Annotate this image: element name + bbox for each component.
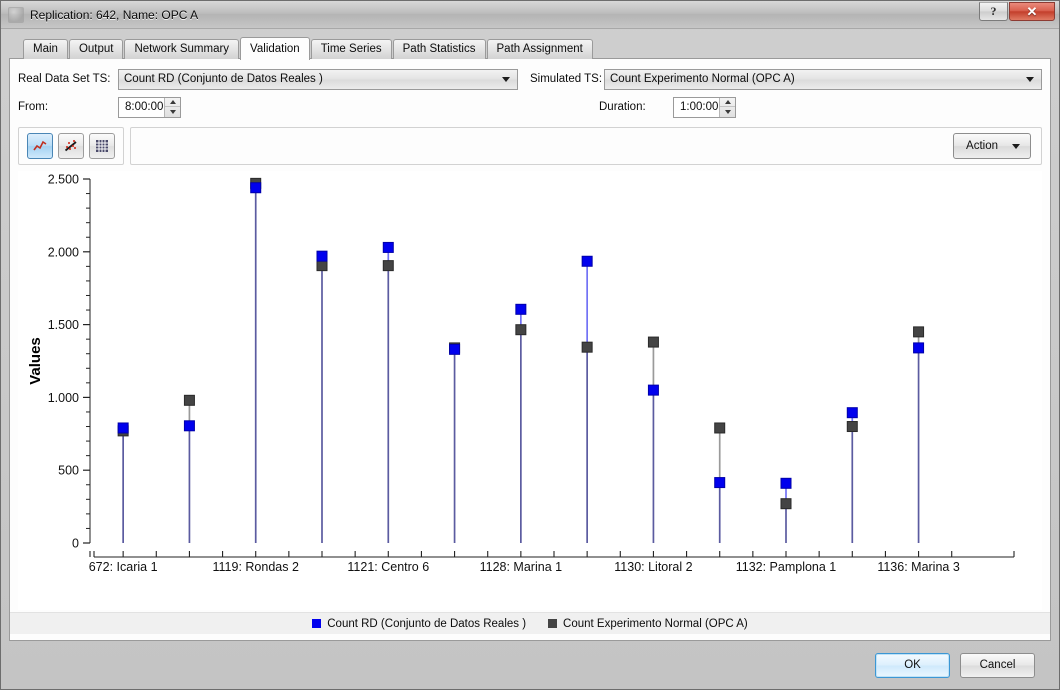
chevron-down-icon <box>502 77 510 82</box>
svg-text:1128: Marina 1: 1128: Marina 1 <box>480 560 563 574</box>
real-data-set-select[interactable]: Count RD (Conjunto de Datos Reales ) <box>118 69 518 90</box>
duration-stepper[interactable]: 1:00:00 <box>673 97 736 118</box>
chart-toolbar: Action <box>18 127 1042 165</box>
tab-validation[interactable]: Validation <box>240 37 310 60</box>
svg-text:Detector: Detector <box>524 576 585 579</box>
duration-decrement-button[interactable] <box>720 107 735 117</box>
legend-label-simulated: Count Experimento Normal (OPC A) <box>563 618 748 630</box>
close-button[interactable]: ✕ <box>1009 2 1055 21</box>
validation-panel: Real Data Set TS: Count RD (Conjunto de … <box>9 58 1051 641</box>
svg-text:1119: Rondas 2: 1119: Rondas 2 <box>213 560 299 574</box>
svg-text:2.000: 2.000 <box>48 245 79 259</box>
line-chart-button[interactable] <box>27 133 53 159</box>
from-value[interactable]: 8:00:00 <box>119 98 164 117</box>
svg-text:1136: Marina 3: 1136: Marina 3 <box>877 560 960 574</box>
caret-down-icon <box>725 110 731 114</box>
window-controls: ? ✕ <box>979 2 1055 21</box>
app-icon <box>8 7 24 23</box>
tab-output[interactable]: Output <box>69 39 124 59</box>
duration-label: Duration: <box>587 101 673 113</box>
action-button-group: Action <box>130 127 1042 165</box>
action-button[interactable]: Action <box>953 133 1031 159</box>
dialog-footer: OK Cancel <box>9 641 1051 689</box>
chevron-down-icon <box>1026 77 1034 82</box>
from-decrement-button[interactable] <box>165 107 180 117</box>
ok-button[interactable]: OK <box>875 653 950 678</box>
svg-text:1121: Centro 6: 1121: Centro 6 <box>347 560 429 574</box>
svg-text:500: 500 <box>58 464 79 478</box>
action-button-label: Action <box>966 140 998 152</box>
duration-increment-button[interactable] <box>720 98 735 108</box>
client-area: Main Output Network Summary Validation T… <box>1 29 1059 689</box>
chevron-down-icon <box>1012 144 1020 149</box>
chart-type-button-group <box>18 127 124 165</box>
from-increment-button[interactable] <box>165 98 180 108</box>
duration-stepper-buttons[interactable] <box>719 98 735 117</box>
svg-text:672: Icaria 1: 672: Icaria 1 <box>89 560 158 574</box>
tab-time-series[interactable]: Time Series <box>311 39 392 59</box>
line-chart-icon <box>32 138 48 154</box>
tab-network-summary[interactable]: Network Summary <box>124 39 239 59</box>
svg-text:1.000: 1.000 <box>48 391 79 405</box>
real-data-set-value: Count RD (Conjunto de Datos Reales ) <box>124 73 323 85</box>
simulated-ts-select[interactable]: Count Experimento Normal (OPC A) <box>604 69 1042 90</box>
caret-down-icon <box>170 110 176 114</box>
scatter-chart-icon <box>63 138 79 154</box>
svg-text:0: 0 <box>72 537 79 551</box>
legend-label-real: Count RD (Conjunto de Datos Reales ) <box>327 618 526 630</box>
simulated-ts-value: Count Experimento Normal (OPC A) <box>610 73 795 85</box>
legend-item-real: Count RD (Conjunto de Datos Reales ) <box>312 618 526 630</box>
from-label: From: <box>18 101 118 113</box>
caret-up-icon <box>170 100 176 104</box>
svg-text:1.500: 1.500 <box>48 318 79 332</box>
validation-chart: 0 500 1.000 1.500 2.000 2.500 Values 672: Icari… <box>18 171 1042 610</box>
cancel-button[interactable]: Cancel <box>960 653 1035 678</box>
data-set-row: Real Data Set TS: Count RD (Conjunto de … <box>18 67 1042 91</box>
from-stepper-buttons[interactable] <box>164 98 180 117</box>
svg-text:1132: Pamplona 1: 1132: Pamplona 1 <box>736 560 837 574</box>
svg-text:2.500: 2.500 <box>48 173 79 187</box>
duration-value[interactable]: 1:00:00 <box>674 98 719 117</box>
from-stepper[interactable]: 8:00:00 <box>118 97 181 118</box>
legend-swatch-real <box>312 619 321 628</box>
table-view-button[interactable] <box>89 133 115 159</box>
title-bar: Replication: 642, Name: OPC A ? ✕ <box>1 1 1059 29</box>
legend-item-simulated: Count Experimento Normal (OPC A) <box>548 618 748 630</box>
scatter-chart-button[interactable] <box>58 133 84 159</box>
tab-strip: Main Output Network Summary Validation T… <box>9 37 1051 59</box>
help-button[interactable]: ? <box>979 2 1008 21</box>
svg-text:1130: Litoral 2: 1130: Litoral 2 <box>614 560 692 574</box>
chart-canvas: 0 500 1.000 1.500 2.000 2.500 Values 672: Icari… <box>18 171 1026 579</box>
simulated-ts-label: Simulated TS: <box>518 73 604 85</box>
legend-swatch-simulated <box>548 619 557 628</box>
caret-up-icon <box>725 100 731 104</box>
tab-main[interactable]: Main <box>23 39 68 59</box>
table-grid-icon <box>94 138 110 154</box>
tab-path-statistics[interactable]: Path Statistics <box>393 39 486 59</box>
chart-legend: Count RD (Conjunto de Datos Reales ) Cou… <box>10 612 1050 634</box>
tab-path-assignment[interactable]: Path Assignment <box>487 39 593 59</box>
svg-text:Values: Values <box>27 337 44 385</box>
replication-dialog-window: Replication: 642, Name: OPC A ? ✕ Main O… <box>0 0 1060 690</box>
real-data-set-label: Real Data Set TS: <box>18 73 118 85</box>
window-title: Replication: 642, Name: OPC A <box>30 8 198 22</box>
time-range-row: From: 8:00:00 Duration: 1:00:00 <box>18 95 1042 119</box>
